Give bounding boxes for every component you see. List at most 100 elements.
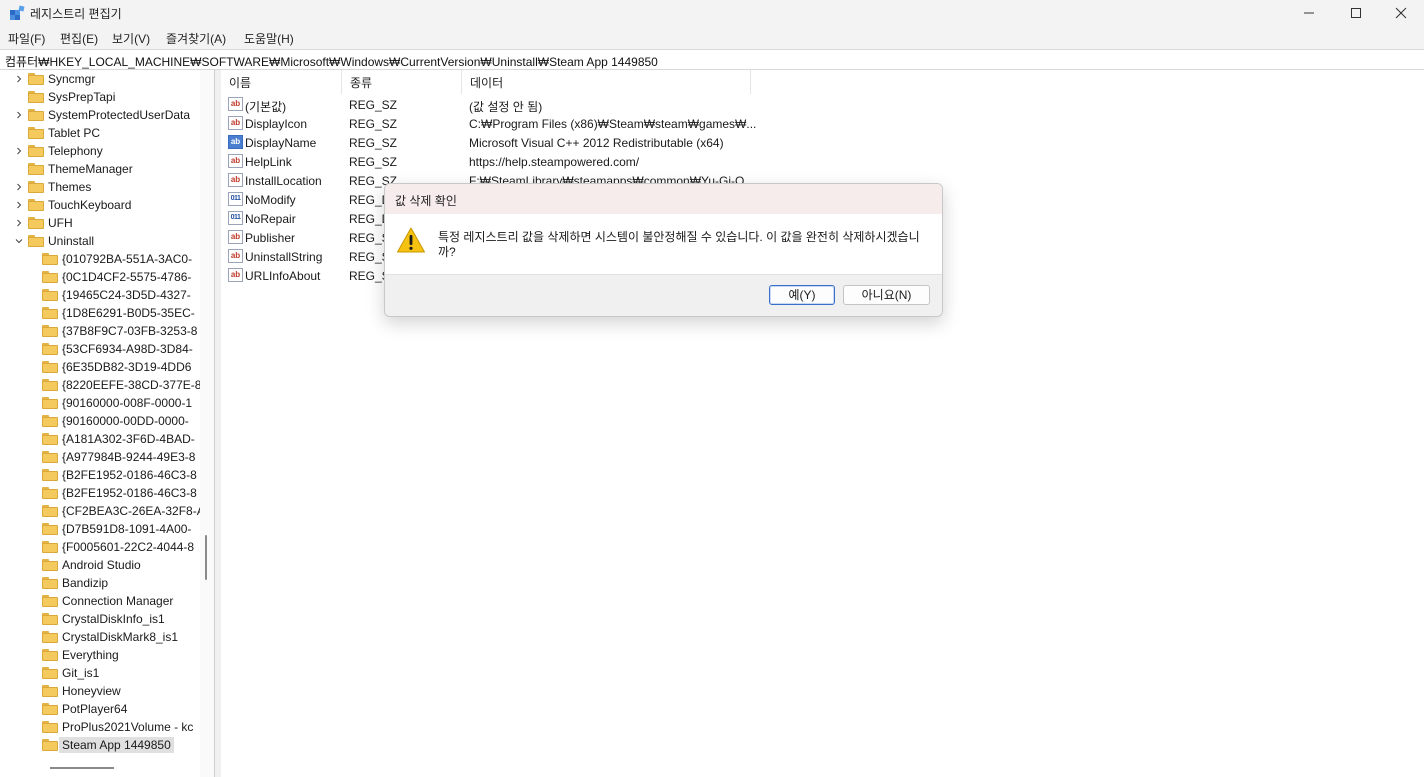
tree-item[interactable]: SysPrepTapi [14, 88, 115, 106]
folder-icon [28, 163, 44, 175]
tree-item[interactable]: CrystalDiskInfo_is1 [42, 610, 165, 628]
tree-item[interactable]: {53CF6934-A98D-3D84- [42, 340, 193, 358]
column-header-type[interactable]: 종류 [342, 70, 462, 94]
tree-item[interactable]: ProPlus2021Volume - kc [42, 718, 193, 736]
tree-item[interactable]: {90160000-00DD-0000- [42, 412, 189, 430]
tree-item-label: {8220EEFE-38CD-377E-8 [62, 378, 202, 392]
tree-item[interactable]: {19465C24-3D5D-4327- [42, 286, 191, 304]
tree-item[interactable]: {010792BA-551A-3AC0- [42, 250, 192, 268]
menu-file[interactable]: 파일(F) [8, 30, 45, 47]
folder-icon [42, 343, 58, 355]
value-row[interactable]: ab DisplayIcon REG_SZ C:₩Program Files (x86… [221, 114, 761, 133]
tree-item[interactable]: {37B8F9C7-03FB-3253-8 [42, 322, 197, 340]
chevron-right-icon[interactable] [14, 214, 24, 232]
tree-item-label: Honeyview [62, 684, 121, 698]
tree-horizontal-scroll-thumb[interactable] [50, 767, 114, 769]
tree-item-label: {A977984B-9244-49E3-8 [62, 450, 196, 464]
tree-item-label: Everything [62, 648, 119, 662]
tree-item-label: SystemProtectedUserData [48, 108, 191, 122]
tree-item[interactable]: SystemProtectedUserData [14, 106, 190, 124]
tree-item[interactable]: {B2FE1952-0186-46C3-8 [42, 466, 197, 484]
delete-value-confirm-dialog: 값 삭제 확인 특정 레지스트리 값을 삭제하면 시스템이 불안정해질 수 있습… [384, 183, 943, 317]
folder-icon [42, 361, 58, 373]
tree-item[interactable]: Git_is1 [42, 664, 99, 682]
tree-vertical-scrollbar[interactable] [200, 70, 214, 777]
tree-item-label: {D7B591D8-1091-4A00- [62, 522, 192, 536]
address-bar[interactable]: 컴퓨터₩HKEY_LOCAL_MACHINE₩SOFTWARE₩Microsof… [0, 49, 1424, 70]
string-icon: ab [228, 249, 243, 263]
tree-item[interactable]: {90160000-008F-0000-1 [42, 394, 192, 412]
tree-item[interactable]: {F0005601-22C2-4044-8 [42, 538, 194, 556]
tree-item-label: {90160000-008F-0000-1 [62, 396, 193, 410]
tree-item[interactable]: {CF2BEA3C-26EA-32F8-A [42, 502, 205, 520]
folder-icon [28, 217, 44, 229]
minimize-button[interactable] [1286, 0, 1332, 26]
tree-item[interactable]: {D7B591D8-1091-4A00- [42, 520, 191, 538]
tree-item[interactable]: Everything [42, 646, 119, 664]
tree-item[interactable]: TouchKeyboard [14, 196, 131, 214]
tree-item[interactable]: Steam App 1449850 [42, 736, 174, 754]
dialog-title: 값 삭제 확인 [395, 194, 457, 208]
maximize-button[interactable] [1333, 0, 1379, 26]
value-type: REG_SZ [349, 136, 398, 150]
tree-item[interactable]: {B2FE1952-0186-46C3-8 [42, 484, 197, 502]
tree-item[interactable]: {A181A302-3F6D-4BAD- [42, 430, 195, 448]
tree-item[interactable]: Telephony [14, 142, 103, 160]
tree-scroll-thumb[interactable] [205, 535, 207, 580]
value-type: REG_SZ [349, 155, 398, 169]
chevron-right-icon[interactable] [14, 196, 24, 214]
tree-item[interactable]: Bandizip [42, 574, 108, 592]
tree-item[interactable]: CrystalDiskMark8_is1 [42, 628, 178, 646]
tree-item[interactable]: Tablet PC [14, 124, 100, 142]
folder-icon [28, 235, 44, 247]
chevron-right-icon[interactable] [14, 106, 24, 124]
tree-item-label: {90160000-00DD-0000- [62, 414, 189, 428]
folder-icon [42, 631, 58, 643]
tree-item[interactable]: {6E35DB82-3D19-4DD6 [42, 358, 191, 376]
chevron-right-icon[interactable] [14, 178, 24, 196]
value-name: (기본값) [245, 100, 287, 114]
tree-item[interactable]: Honeyview [42, 682, 121, 700]
tree-item-label: TouchKeyboard [48, 198, 132, 212]
tree-item[interactable]: ThemeManager [14, 160, 133, 178]
folder-icon [42, 505, 58, 517]
no-button[interactable]: 아니요(N) [843, 285, 930, 305]
tree-item[interactable]: {A977984B-9244-49E3-8 [42, 448, 195, 466]
menu-help[interactable]: 도움말(H) [244, 30, 294, 47]
window-title: 레지스트리 편집기 [30, 7, 122, 21]
chevron-right-icon [14, 124, 24, 142]
menu-favorites[interactable]: 즐겨찾기(A) [166, 30, 226, 47]
menu-view[interactable]: 보기(V) [112, 30, 150, 47]
tree-item[interactable]: Uninstall [14, 232, 94, 250]
column-header-data[interactable]: 데이터 [462, 70, 751, 94]
tree-item-label: {A181A302-3F6D-4BAD- [62, 432, 195, 446]
chevron-right-icon[interactable] [14, 70, 24, 88]
tree-item[interactable]: {0C1D4CF2-5575-4786- [42, 268, 191, 286]
close-icon [1395, 7, 1407, 19]
tree-item[interactable]: PotPlayer64 [42, 700, 127, 718]
column-header-name[interactable]: 이름 [221, 70, 342, 94]
value-row[interactable]: ab DisplayName REG_SZ Microsoft Visual C++ … [221, 133, 761, 152]
tree-item[interactable]: UFH [14, 214, 73, 232]
tree-item[interactable]: Themes [14, 178, 91, 196]
tree-item[interactable]: Android Studio [42, 556, 141, 574]
value-row[interactable]: ab (기본값) REG_SZ (값 설정 안 됨) [221, 95, 761, 114]
tree-item[interactable]: {1D8E6291-B0D5-35EC- [42, 304, 195, 322]
tree-item[interactable]: Connection Manager [42, 592, 173, 610]
string-icon: ab [228, 154, 243, 168]
string-icon-selected: ab [228, 135, 243, 149]
close-button[interactable] [1378, 0, 1424, 26]
binary-icon: 011 [228, 211, 243, 225]
folder-icon [42, 325, 58, 337]
menu-edit[interactable]: 편집(E) [60, 30, 98, 47]
folder-icon [42, 667, 58, 679]
tree-item[interactable]: Syncmgr [14, 70, 95, 88]
string-icon: ab [228, 268, 243, 282]
chevron-right-icon[interactable] [14, 142, 24, 160]
value-name: Publisher [245, 231, 296, 245]
tree-item[interactable]: {8220EEFE-38CD-377E-8 [42, 376, 201, 394]
chevron-down-icon[interactable] [14, 232, 24, 250]
value-row[interactable]: ab HelpLink REG_SZ https://help.steampowere… [221, 152, 761, 171]
folder-icon [42, 451, 58, 463]
yes-button[interactable]: 예(Y) [769, 285, 835, 305]
